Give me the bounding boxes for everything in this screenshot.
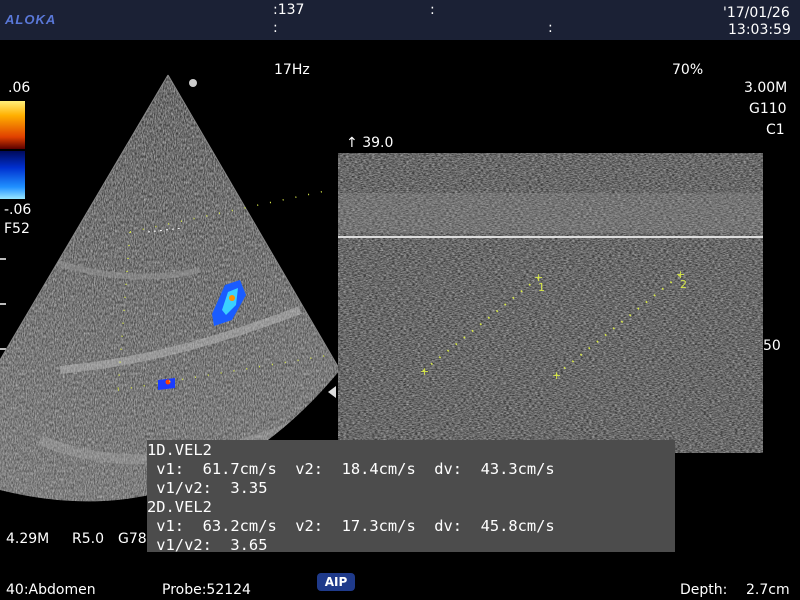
velocity-scale-top-value: 39.0 xyxy=(362,135,394,151)
power-level: 70% xyxy=(672,62,704,78)
colon-separator: : xyxy=(548,20,553,36)
arrow-up-icon: ↑ xyxy=(346,135,358,151)
measurement-line: 2D.VEL2 xyxy=(147,498,212,516)
svg-text:+: + xyxy=(420,365,429,378)
colon-separator: : xyxy=(430,2,435,18)
doppler-spectrum: + + + + xyxy=(338,153,763,453)
bmode-frequency: 4.29M xyxy=(6,531,50,547)
bmode-gain: G78 xyxy=(118,531,147,547)
contrast-readout: C1 xyxy=(766,122,785,138)
velocity-scale-mark: 50 xyxy=(763,338,781,354)
aip-button[interactable]: AIP xyxy=(317,573,355,591)
brand-logo: ALOKA xyxy=(5,12,57,27)
depth-value: 2.7cm xyxy=(746,582,790,598)
depth-range: 3.00M xyxy=(744,80,788,96)
measurement-line: v1/v2: 3.35 xyxy=(147,479,268,497)
center-value: :137 xyxy=(273,2,305,18)
velocity-scale-top: ↑ 39.0 xyxy=(346,135,393,151)
measurement-line: v1/v2: 3.65 xyxy=(147,536,268,554)
measurement-line: v1: 61.7cm/s v2: 18.4cm/s dv: 43.3cm/s xyxy=(147,460,555,478)
bmode-range: R5.0 xyxy=(72,531,104,547)
svg-text:+: + xyxy=(552,369,561,382)
date-readout: '17/01/26 xyxy=(723,5,790,21)
caliper-marker-1: 1 xyxy=(538,281,545,294)
preset-name: 40:Abdomen xyxy=(6,582,96,598)
measurement-results: 1D.VEL2 v1: 61.7cm/s v2: 18.4cm/s dv: 43… xyxy=(147,440,675,554)
top-bar xyxy=(0,0,800,40)
colon-separator: : xyxy=(273,20,278,36)
gain-readout: G110 xyxy=(749,101,787,117)
probe-id: Probe:52124 xyxy=(162,582,251,598)
measurement-line: v1: 63.2cm/s v2: 17.3cm/s dv: 45.8cm/s xyxy=(147,517,555,535)
depth-label: Depth: xyxy=(680,582,728,598)
caliper-marker-2: 2 xyxy=(680,278,687,291)
measurement-line: 1D.VEL2 xyxy=(147,441,212,459)
time-readout: 13:03:59 xyxy=(728,22,791,38)
